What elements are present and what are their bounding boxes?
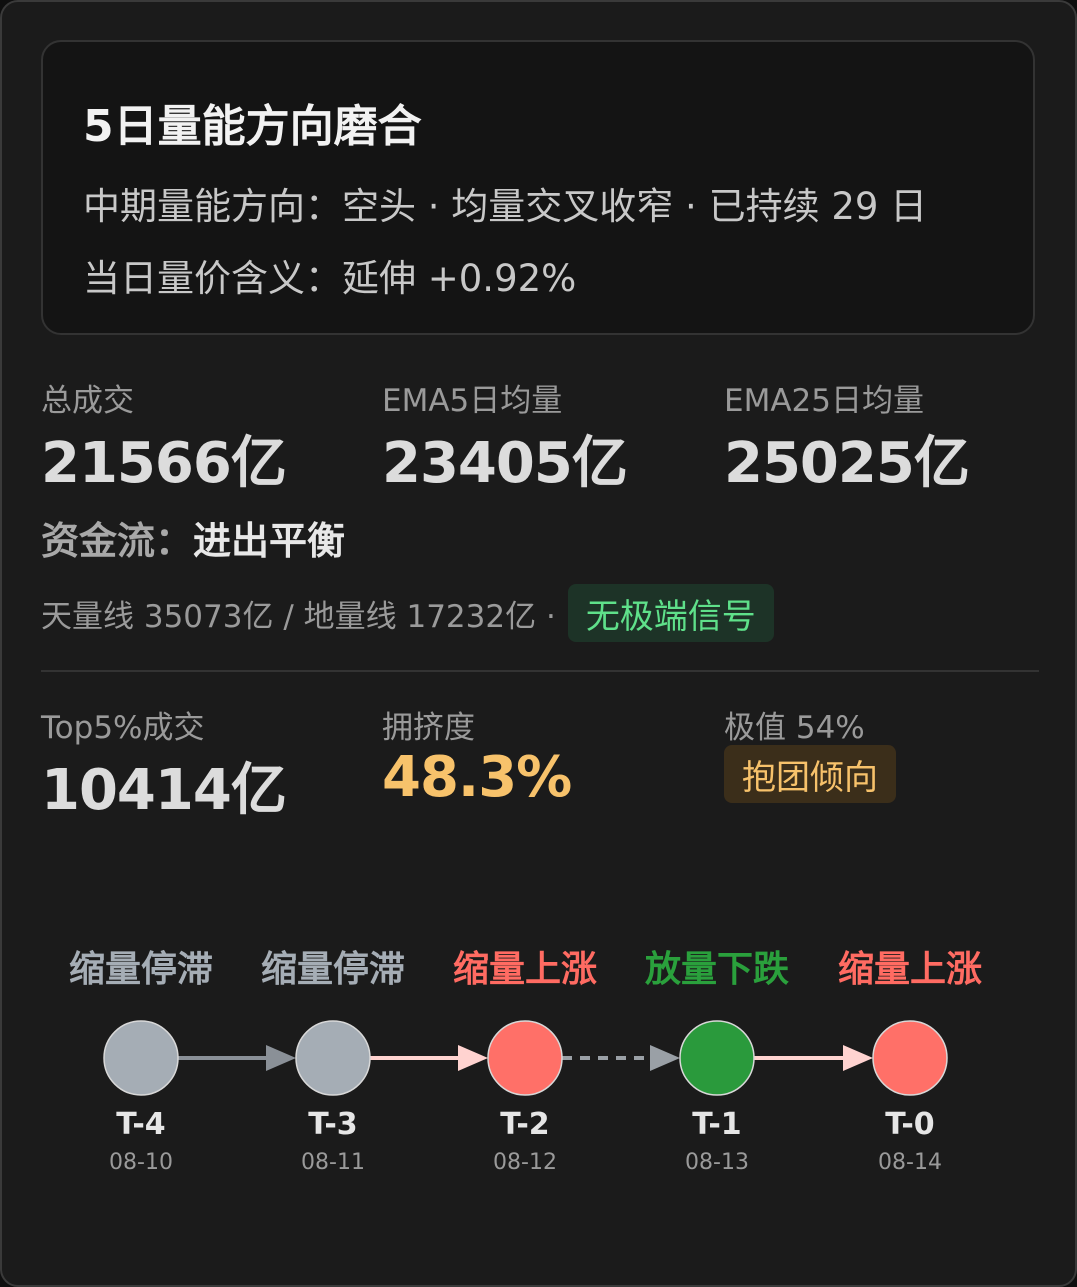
total-volume-label: 总成交 <box>41 383 134 419</box>
arrow-icon <box>266 1045 296 1071</box>
day-state-label: 缩量停滞 <box>68 949 213 990</box>
divider <box>41 670 1039 672</box>
total-volume-value: 21566亿 <box>41 431 287 496</box>
arrow-icon <box>458 1045 488 1071</box>
tendency-badge: 抱团倾向 <box>724 745 896 803</box>
day-state-label: 缩量停滞 <box>260 949 405 990</box>
day-date-label: 08-11 <box>301 1150 365 1175</box>
volume-lines-row: 天量线 35073亿 / 地量线 17232亿 · 无极端信号 <box>41 584 774 642</box>
day-date-label: 08-14 <box>878 1150 942 1175</box>
day-state-label: 缩量上涨 <box>837 949 982 990</box>
day-date-label: 08-12 <box>493 1150 557 1175</box>
panel-title: 5日量能方向磨合 <box>83 101 422 152</box>
peak-label: 极值 54% <box>724 710 865 746</box>
five-day-timeline: 缩量停滞 T-4 08-10 缩量停滞 T-3 08-11 缩量上涨 T-2 08-12 放量下跌… <box>2 902 1075 1202</box>
capital-flow-label: 资金流： <box>41 519 194 563</box>
ema5-label: EMA5日均量 <box>382 383 563 419</box>
day-date-label: 08-13 <box>685 1150 749 1175</box>
daily-price-volume-meaning: 当日量价含义：延伸 +0.92% <box>83 257 577 300</box>
day-node <box>872 1020 948 1096</box>
ema25-value: 25025亿 <box>724 431 970 496</box>
ema5-value: 23405亿 <box>382 431 628 496</box>
top5-label: Top5%成交 <box>41 710 205 746</box>
capital-flow: 资金流：进出平衡 <box>41 510 345 565</box>
signal-badge: 无极端信号 <box>567 584 774 642</box>
top5-value: 10414亿 <box>41 758 287 823</box>
day-offset-label: T-2 <box>500 1107 550 1142</box>
ema25-label: EMA25日均量 <box>724 383 924 419</box>
arrow-icon <box>650 1045 680 1071</box>
mid-term-direction: 中期量能方向：空头 · 均量交叉收窄 · 已持续 29 日 <box>83 185 928 228</box>
volume-lines-text: 天量线 35073亿 / 地量线 17232亿 · <box>41 598 556 635</box>
day-date-label: 08-10 <box>109 1150 173 1175</box>
volume-direction-card: 5日量能方向磨合 中期量能方向：空头 · 均量交叉收窄 · 已持续 29 日 当… <box>0 0 1077 1287</box>
day-offset-label: T-1 <box>692 1107 742 1142</box>
day-state-label: 放量下跌 <box>644 949 789 990</box>
arrow-icon <box>843 1045 873 1071</box>
day-offset-label: T-4 <box>116 1107 166 1142</box>
capital-flow-value: 进出平衡 <box>193 519 346 563</box>
summary-panel: 5日量能方向磨合 中期量能方向：空头 · 均量交叉收窄 · 已持续 29 日 当… <box>41 40 1035 335</box>
crowding-value: 48.3% <box>382 745 572 810</box>
day-offset-label: T-3 <box>308 1107 358 1142</box>
crowding-label: 拥挤度 <box>382 710 475 746</box>
day-node <box>487 1020 563 1096</box>
day-node <box>103 1020 179 1096</box>
day-node <box>295 1020 371 1096</box>
day-offset-label: T-0 <box>885 1107 935 1142</box>
day-node <box>679 1020 755 1096</box>
day-state-label: 缩量上涨 <box>452 949 597 990</box>
